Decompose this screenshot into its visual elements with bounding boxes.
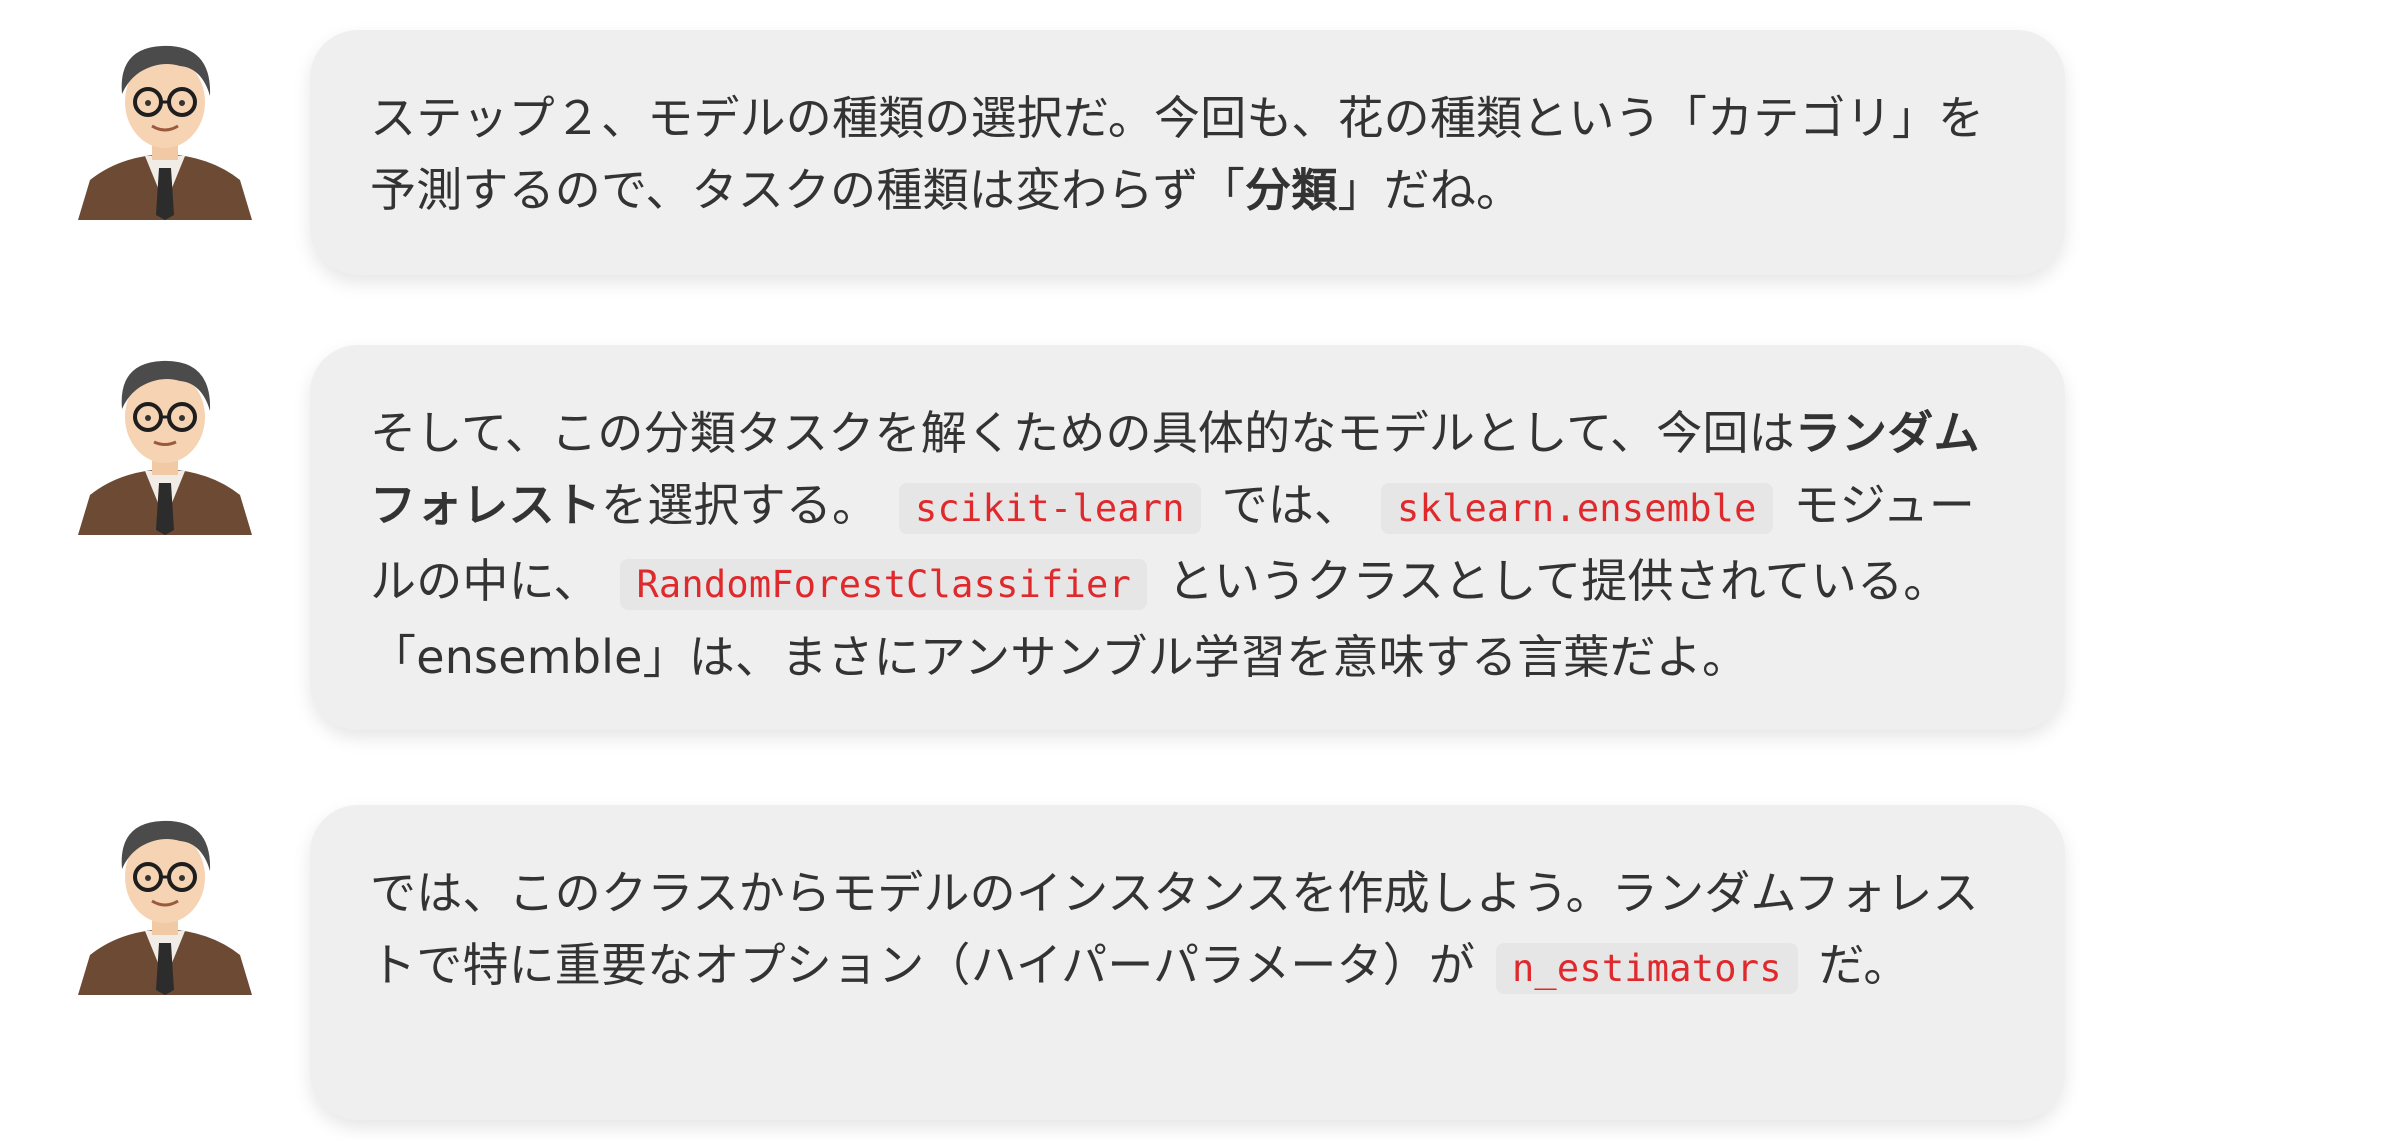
message-text: では、このクラスからモデルのインスタンスを作成しよう。ランダムフォレストで特に重…	[370, 866, 1979, 994]
message-bubble: そして、この分類タスクを解くための具体的なモデルとして、今回はランダムフォレスト…	[310, 345, 2065, 730]
teacher-avatar	[70, 30, 260, 220]
teacher-avatar	[70, 345, 260, 535]
teacher-avatar	[70, 805, 260, 995]
inline-code: RandomForestClassifier	[620, 559, 1147, 610]
inline-code: n_estimators	[1495, 943, 1798, 994]
message-bubble: ステップ２、モデルの種類の選択だ。今回も、花の種類という「カテゴリ」を予測するの…	[310, 30, 2065, 275]
message-text: ステップ２、モデルの種類の選択だ。今回も、花の種類という「カテゴリ」を予測するの…	[370, 91, 1985, 217]
message-bubble: では、このクラスからモデルのインスタンスを作成しよう。ランダムフォレストで特に重…	[310, 805, 2065, 1120]
inline-code: sklearn.ensemble	[1381, 483, 1773, 534]
inline-code: scikit-learn	[899, 483, 1201, 534]
message-text: そして、この分類タスクを解くための具体的なモデルとして、今回はランダムフォレスト…	[370, 406, 1980, 684]
